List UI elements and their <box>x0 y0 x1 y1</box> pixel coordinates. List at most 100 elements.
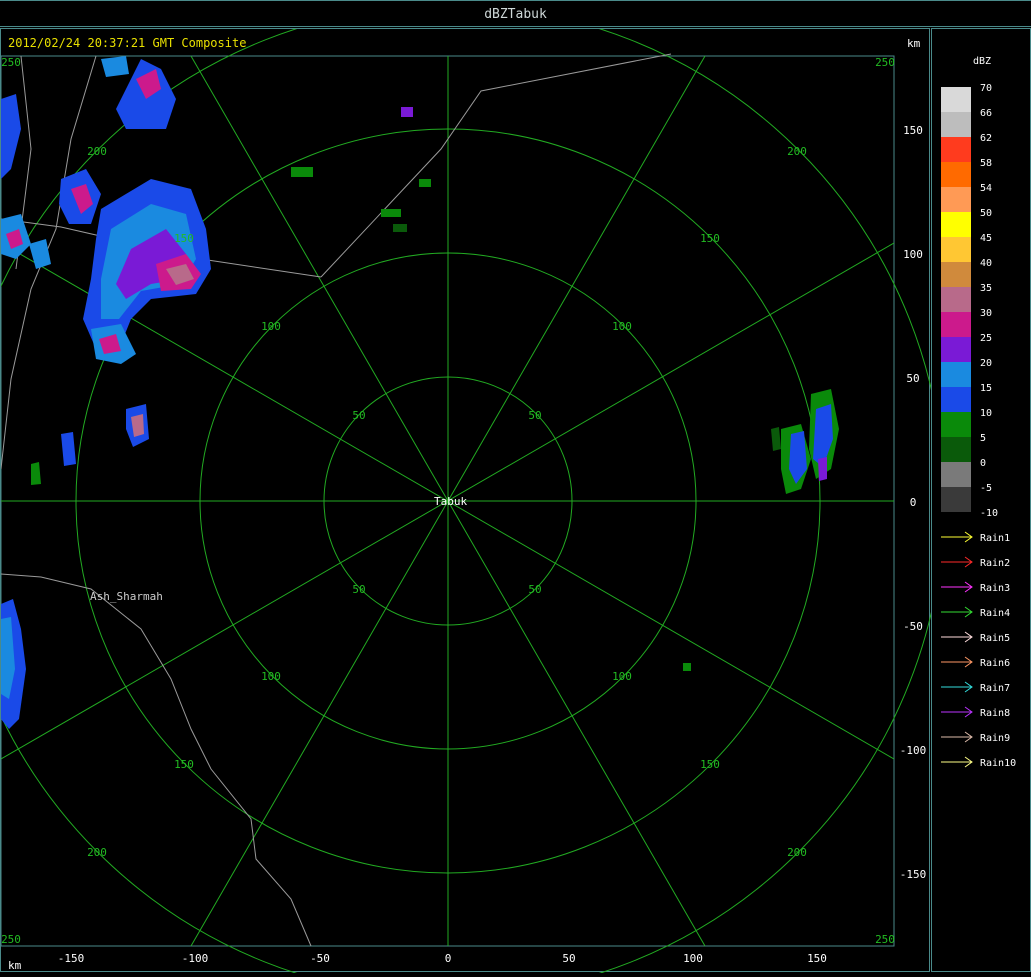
echo-cell <box>31 462 41 485</box>
corner-label: 250 <box>1 933 21 946</box>
scale-label: 54 <box>980 183 992 194</box>
color-swatch <box>941 412 971 437</box>
x-tick-label: 150 <box>807 952 827 965</box>
ring-label: 200 <box>87 846 107 859</box>
ring-label: 100 <box>612 320 632 333</box>
rain-label: Rain8 <box>980 708 1010 719</box>
rain-label: Rain1 <box>980 533 1010 544</box>
y-tick-label: 100 <box>903 248 923 261</box>
echo-cell <box>419 179 431 187</box>
y-tick-label: 150 <box>903 124 923 137</box>
x-tick-label: -100 <box>182 952 209 965</box>
color-swatch <box>941 262 971 287</box>
window-title: dBZTabuk <box>0 0 1031 27</box>
scale-label: 40 <box>980 258 992 269</box>
scale-label: 66 <box>980 108 992 119</box>
boundary-lines <box>0 53 672 947</box>
scale-label: 20 <box>980 358 992 369</box>
echo-cell <box>381 209 401 217</box>
ring-label: 100 <box>612 670 632 683</box>
y-tick-label: -100 <box>900 744 927 757</box>
rain-legend-item: Rain5 <box>941 631 1010 644</box>
ring-label: 50 <box>352 583 365 596</box>
y-tick-label: 50 <box>906 372 919 385</box>
rain-label: Rain10 <box>980 758 1016 769</box>
color-swatch <box>941 487 971 512</box>
rain-legend-item: Rain6 <box>941 656 1010 669</box>
color-swatch <box>941 287 971 312</box>
scale-label: 30 <box>980 308 992 319</box>
scale-label: 0 <box>980 458 986 469</box>
color-swatch <box>941 362 971 387</box>
unit-label-top: km <box>907 37 921 50</box>
place-label-tabuk: Tabuk <box>434 495 467 508</box>
x-tick-label: 0 <box>445 952 452 965</box>
color-swatch <box>941 112 971 137</box>
rain-label: Rain5 <box>980 633 1010 644</box>
unit-label-bottom: km <box>8 959 22 972</box>
ring-label: 150 <box>174 232 194 245</box>
rain-label: Rain7 <box>980 683 1010 694</box>
rain-legend-item: Rain7 <box>941 681 1010 694</box>
rain-legend-item: Rain8 <box>941 706 1010 719</box>
scale-label: 5 <box>980 433 986 444</box>
color-swatch <box>941 312 971 337</box>
scale-label: 10 <box>980 408 992 419</box>
rain-label: Rain3 <box>980 583 1010 594</box>
rain-legend-item: Rain4 <box>941 606 1010 619</box>
rain-label: Rain9 <box>980 733 1010 744</box>
color-swatch <box>941 437 971 462</box>
color-swatch <box>941 137 971 162</box>
x-tick-label: 50 <box>562 952 575 965</box>
color-swatch <box>941 162 971 187</box>
scale-label: 50 <box>980 208 992 219</box>
rain-legend: Rain1 Rain2 Rain3 Rain4 Rain5 Rain6 Rain7 Rain8… <box>941 531 1016 769</box>
corner-label: 250 <box>875 56 895 69</box>
rain-legend-item: Rain3 <box>941 581 1010 594</box>
radar-plot[interactable]: 2012/02/24 20:37:21 GMT Composite km km … <box>0 4 945 977</box>
rain-label: Rain2 <box>980 558 1010 569</box>
rain-legend-item: Rain10 <box>941 756 1016 769</box>
echo-cells <box>1 56 839 729</box>
echo-cell <box>101 56 129 77</box>
x-tick-label: -150 <box>58 952 85 965</box>
ring-label: 200 <box>787 145 807 158</box>
scale-label: 45 <box>980 233 992 244</box>
color-swatch <box>941 212 971 237</box>
echo-cell <box>393 224 407 232</box>
color-swatch <box>941 387 971 412</box>
scale-label: 70 <box>980 83 992 94</box>
x-axis: -150 -100 -50 0 50 100 150 <box>58 952 827 965</box>
corner-label: 250 <box>875 933 895 946</box>
legend-title: dBZ <box>973 56 991 67</box>
ring-label: 150 <box>174 758 194 771</box>
echo-cell <box>401 107 413 117</box>
color-scale: 706662585450454035302520151050-5-10 <box>941 83 998 537</box>
ring-label: 200 <box>87 145 107 158</box>
corner-label: 250 <box>1 56 21 69</box>
ring-label: 100 <box>261 670 281 683</box>
scale-label: -5 <box>980 483 992 494</box>
y-tick-label: -150 <box>900 868 927 881</box>
rain-label: Rain6 <box>980 658 1010 669</box>
scale-label: 25 <box>980 333 992 344</box>
ring-label: 150 <box>700 758 720 771</box>
color-swatch <box>941 87 971 112</box>
color-swatch <box>941 237 971 262</box>
radar-svg: 2012/02/24 20:37:21 GMT Composite km km … <box>0 4 945 977</box>
place-label-ash-sharmah: Ash_Sharmah <box>90 590 163 603</box>
y-tick-label: 0 <box>910 496 917 509</box>
color-swatch <box>941 187 971 212</box>
legend-panel: dBZ 70 66 62 58 54 50 45 40 35 30 25 20 15 10 5 0 -5 -10 … <box>931 28 1031 972</box>
ring-label: 50 <box>528 409 541 422</box>
echo-cell <box>771 427 781 451</box>
echo-cell <box>818 457 827 481</box>
ring-label: 50 <box>352 409 365 422</box>
rain-legend-item: Rain9 <box>941 731 1010 744</box>
color-swatch <box>941 462 971 487</box>
y-axis: 150 100 50 0 -50 -100 -150 <box>900 124 927 881</box>
timestamp-label: 2012/02/24 20:37:21 GMT Composite <box>8 36 246 50</box>
echo-cell <box>291 167 313 177</box>
scale-label: 62 <box>980 133 992 144</box>
scale-label: 58 <box>980 158 992 169</box>
